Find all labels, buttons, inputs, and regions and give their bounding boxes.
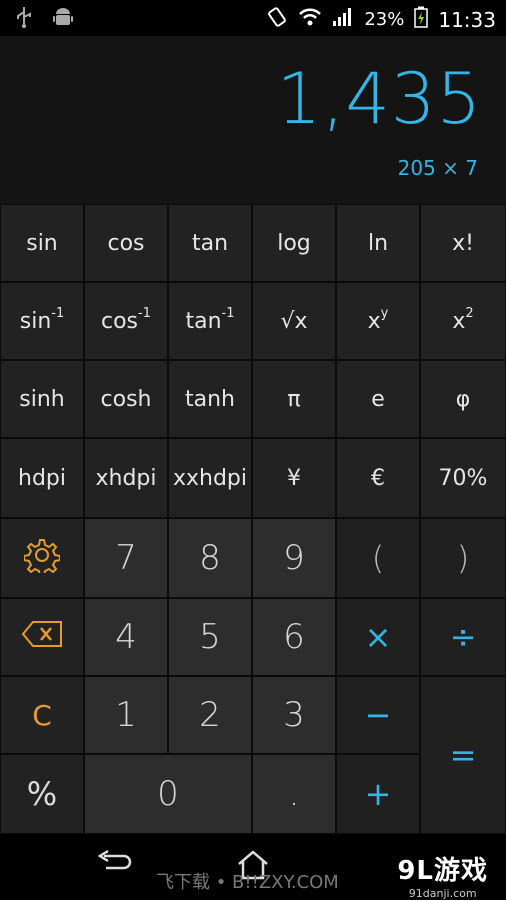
phi-button[interactable]: φ xyxy=(420,360,506,438)
watermark-logo: 9L游戏 91danji.com xyxy=(397,850,488,900)
back-icon[interactable] xyxy=(96,849,132,882)
plus-button[interactable]: + xyxy=(336,754,420,834)
atan-sup: -1 xyxy=(221,305,235,321)
vibrate-icon xyxy=(266,6,288,33)
minus-button[interactable]: − xyxy=(336,676,420,754)
sin-button[interactable]: sin xyxy=(0,204,84,282)
square-label: x xyxy=(452,308,466,334)
sqrt-button[interactable]: √x xyxy=(252,282,336,360)
tanh-button[interactable]: tanh xyxy=(168,360,252,438)
usb-icon xyxy=(14,6,34,32)
backspace-icon xyxy=(21,620,63,654)
digit-7-button[interactable]: 7 xyxy=(84,518,168,598)
hdpi-button[interactable]: hdpi xyxy=(0,438,84,518)
divide-button[interactable]: ÷ xyxy=(420,598,506,676)
percent-button[interactable]: % xyxy=(0,754,84,834)
navigation-bar: 飞下载 • B!!ZXY.COM 9L游戏 91danji.com xyxy=(0,834,506,900)
acos-button[interactable]: cos -1 xyxy=(84,282,168,360)
battery-charging-icon xyxy=(414,6,429,33)
euro-button[interactable]: € xyxy=(336,438,420,518)
sqrt-label: √x xyxy=(280,308,308,334)
open-paren-button[interactable]: ( xyxy=(336,518,420,598)
multiply-button[interactable]: × xyxy=(336,598,420,676)
asin-button[interactable]: sin -1 xyxy=(0,282,84,360)
android-icon xyxy=(52,6,74,32)
display-panel: 1,435 205 × 7 xyxy=(0,36,506,204)
digit-9-button[interactable]: 9 xyxy=(252,518,336,598)
xxhdpi-button[interactable]: xxhdpi xyxy=(168,438,252,518)
backspace-button[interactable] xyxy=(0,598,84,676)
acos-label: cos xyxy=(101,308,139,334)
close-paren-button[interactable]: ) xyxy=(420,518,506,598)
keypad: sin cos tan log ln x! sin -1 cos -1 tan -1 … xyxy=(0,204,506,834)
cosh-button[interactable]: cosh xyxy=(84,360,168,438)
power-sup: y xyxy=(380,305,389,321)
atan-button[interactable]: tan -1 xyxy=(168,282,252,360)
expression-display: 205 × 7 xyxy=(397,156,478,180)
pi-button[interactable]: π xyxy=(252,360,336,438)
battery-percent: 23% xyxy=(364,9,405,30)
yen-button[interactable]: ¥ xyxy=(252,438,336,518)
digit-8-button[interactable]: 8 xyxy=(168,518,252,598)
digit-2-button[interactable]: 2 xyxy=(168,676,252,754)
power-label: x xyxy=(367,308,381,334)
wifi-icon xyxy=(298,7,322,32)
asin-sup: -1 xyxy=(51,305,65,321)
status-bar: 23% 11:33 xyxy=(0,0,506,36)
result-display: 1,435 xyxy=(276,58,482,140)
ln-button[interactable]: ln xyxy=(336,204,420,282)
clock: 11:33 xyxy=(438,7,496,32)
decimal-button[interactable]: . xyxy=(252,754,336,834)
digit-6-button[interactable]: 6 xyxy=(252,598,336,676)
digit-3-button[interactable]: 3 xyxy=(252,676,336,754)
tan-button[interactable]: tan xyxy=(168,204,252,282)
sinh-button[interactable]: sinh xyxy=(0,360,84,438)
percent-70-button[interactable]: 70% xyxy=(420,438,506,518)
equals-button[interactable]: = xyxy=(420,676,506,834)
watermark-logo-text: 9L游戏 xyxy=(397,856,488,886)
square-button[interactable]: x2 xyxy=(420,282,506,360)
clear-button[interactable]: C xyxy=(0,676,84,754)
e-button[interactable]: e xyxy=(336,360,420,438)
power-button[interactable]: xy xyxy=(336,282,420,360)
square-sup: 2 xyxy=(465,305,474,321)
cos-button[interactable]: cos xyxy=(84,204,168,282)
gear-icon xyxy=(23,537,61,579)
digit-0-button[interactable]: 0 xyxy=(84,754,252,834)
settings-button[interactable] xyxy=(0,518,84,598)
digit-1-button[interactable]: 1 xyxy=(84,676,168,754)
asin-label: sin xyxy=(19,308,52,334)
xhdpi-button[interactable]: xhdpi xyxy=(84,438,168,518)
signal-icon xyxy=(332,7,354,32)
watermark-logo-url: 91danji.com xyxy=(408,887,477,900)
digit-5-button[interactable]: 5 xyxy=(168,598,252,676)
acos-sup: -1 xyxy=(138,305,151,321)
digit-4-button[interactable]: 4 xyxy=(84,598,168,676)
atan-label: tan xyxy=(185,308,222,334)
log-button[interactable]: log xyxy=(252,204,336,282)
factorial-button[interactable]: x! xyxy=(420,204,506,282)
watermark-text: 飞下载 • B!!ZXY.COM xyxy=(156,872,339,893)
